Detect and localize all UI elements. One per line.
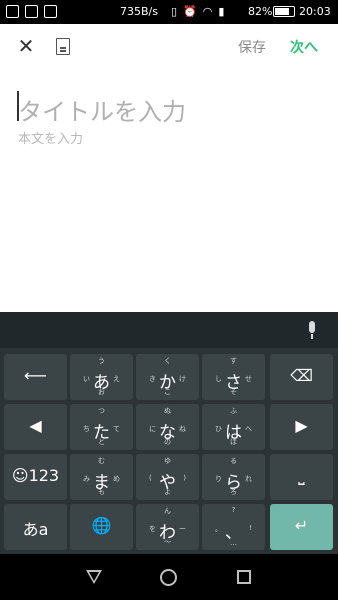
key-ra[interactable]: るりられろ	[202, 454, 265, 500]
left-arrow-icon: ◀	[29, 416, 42, 435]
app-bar: ✕ 保存 次へ	[0, 24, 338, 70]
key-ya[interactable]: ゆ(や) よ	[136, 454, 199, 500]
delete-key[interactable]: ⌫	[270, 354, 333, 400]
key-label-top: ?	[231, 506, 236, 514]
key-label-bottom: と	[98, 438, 105, 446]
undo-key[interactable]: ⟵	[4, 354, 67, 400]
left-arrow-key[interactable]: ◀	[4, 404, 67, 450]
key-punct[interactable]: ?。、!…	[202, 504, 265, 550]
navigation-bar	[0, 554, 338, 600]
network-speed: 735B/s	[120, 5, 158, 18]
key-label-right: て	[113, 425, 120, 433]
right-arrow-icon: ▶	[295, 416, 308, 435]
keyboard-toolbar	[0, 312, 338, 348]
emoji-icon: ☺123	[11, 466, 60, 485]
key-label-top: る	[230, 457, 237, 465]
key-label-top: ぬ	[164, 407, 171, 415]
battery-icon	[273, 6, 295, 17]
signal-icon: ▮	[218, 5, 225, 18]
key-label-top: ん	[164, 507, 171, 515]
key-a[interactable]: ういあえお	[70, 354, 133, 400]
space-key[interactable]: ⎵	[270, 454, 333, 500]
key-label-top: つ	[98, 407, 105, 415]
editor-area[interactable]: タイトルを入力 本文を入力	[0, 70, 338, 312]
status-bar: 735B/s ▯ ⏰ ◠ ▮ 82% 20:03	[0, 0, 338, 24]
key-sa[interactable]: すしさせそ	[202, 354, 265, 400]
key-label-top: く	[164, 357, 171, 365]
key-ka[interactable]: くきかけこ	[136, 354, 199, 400]
key-label-right: へ	[245, 425, 252, 433]
next-button[interactable]: 次へ	[290, 37, 318, 57]
body-input[interactable]: 本文を入力	[18, 128, 83, 147]
key-label-right: け	[179, 375, 186, 383]
key-label-top: ゆ	[164, 457, 171, 465]
mic-icon[interactable]	[307, 321, 317, 340]
key-label-top: す	[230, 357, 237, 365]
gallery-icon	[6, 5, 19, 18]
key-label-bottom: よ	[164, 488, 171, 496]
image-icon	[25, 5, 38, 18]
undo-arrow-icon: ⟵	[24, 366, 47, 385]
bag-icon	[44, 5, 57, 18]
key-label-top: む	[98, 457, 105, 465]
emoji-123-key[interactable]: ☺123	[4, 454, 67, 500]
key-label-right: ね	[179, 425, 186, 433]
backspace-icon: ⌫	[290, 366, 313, 385]
key-ma[interactable]: むみまめも	[70, 454, 133, 500]
key-ha[interactable]: ふひはへほ	[202, 404, 265, 450]
save-button[interactable]: 保存	[238, 37, 266, 57]
recent-square-icon[interactable]	[237, 570, 251, 584]
key-label-top: ふ	[230, 407, 237, 415]
notification-icons	[6, 5, 57, 18]
keyboard: ⟵ ういあえおくきかけこすしさせそ ⌫ ◀ つちたてとぬになねのふひはへほ ▶ ☺123 むみ…	[0, 348, 338, 554]
globe-key[interactable]: 🌐	[70, 504, 133, 550]
key-label-right: )	[183, 474, 186, 482]
key-label-bottom: ほ	[230, 438, 237, 446]
enter-icon: ↵	[294, 516, 309, 535]
key-label-bottom: お	[98, 388, 105, 396]
key-label-top: う	[98, 357, 105, 365]
key-label-right: め	[113, 475, 120, 483]
key-wa[interactable]: んをわー〜	[136, 504, 199, 550]
alarm-icon: ⏰	[183, 5, 197, 18]
key-label-bottom: 〜	[164, 538, 171, 546]
key-ta[interactable]: つちたてと	[70, 404, 133, 450]
right-arrow-key[interactable]: ▶	[270, 404, 333, 450]
key-label-bottom: も	[98, 488, 105, 496]
key-label-right: れ	[245, 475, 252, 483]
enter-key[interactable]: ↵	[270, 504, 333, 550]
globe-icon: 🌐	[91, 516, 112, 535]
title-input[interactable]: タイトルを入力	[18, 92, 186, 127]
key-label-right: せ	[245, 375, 252, 383]
status-time: 20:03	[299, 5, 331, 18]
wifi-icon: ◠	[202, 5, 213, 18]
key-label-bottom: の	[164, 438, 171, 446]
kana-toggle-key[interactable]: あa	[4, 504, 67, 550]
key-label-right: え	[113, 375, 120, 383]
vibrate-icon: ▯	[171, 5, 178, 18]
key-label-bottom: そ	[230, 388, 237, 396]
key-label-right: !	[249, 524, 252, 532]
key-label-bottom: こ	[164, 388, 171, 396]
back-triangle-icon[interactable]	[86, 570, 102, 584]
space-icon: ⎵	[298, 466, 305, 485]
document-icon[interactable]	[56, 38, 70, 55]
close-icon[interactable]: ✕	[16, 36, 36, 56]
system-icons: ▯ ⏰ ◠ ▮	[171, 5, 224, 18]
key-label-bottom: ろ	[230, 488, 237, 496]
key-symbol: あa	[22, 520, 49, 539]
key-na[interactable]: ぬになねの	[136, 404, 199, 450]
key-label-bottom: …	[230, 539, 237, 547]
home-circle-icon[interactable]	[160, 569, 177, 586]
key-label-right: ー	[179, 525, 186, 533]
battery-percent: 82%	[248, 5, 273, 18]
